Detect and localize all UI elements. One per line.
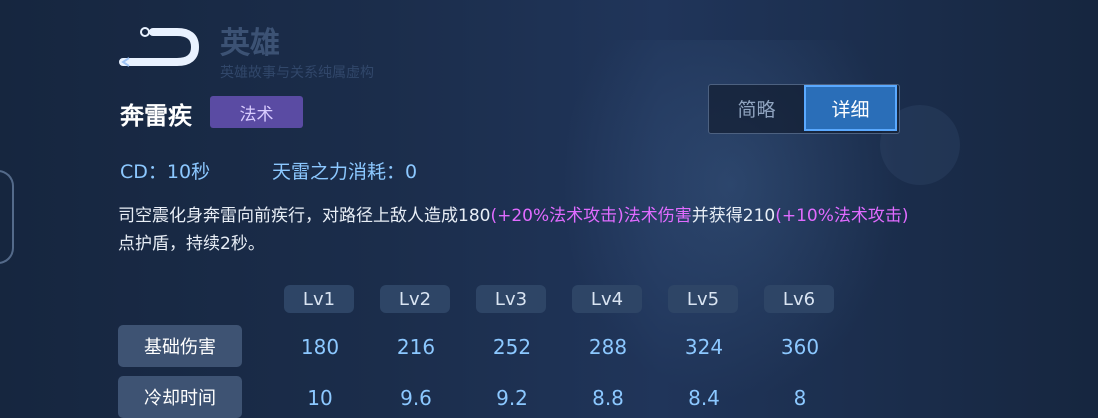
table-cell: 324 <box>684 335 724 359</box>
level-header: Lv6 <box>764 285 834 313</box>
detail-tab[interactable]: 详细 <box>804 85 897 131</box>
table-cell: 288 <box>588 335 628 359</box>
table-cell: 8 <box>793 386 807 410</box>
table-cell: 216 <box>396 335 436 359</box>
table-cell: 9.6 <box>400 386 432 410</box>
back-arrow-icon <box>119 27 200 67</box>
row-label-cooldown: 冷却时间 <box>118 376 242 418</box>
desc-text-3: 并获得210 <box>691 206 776 226</box>
page-title: 英雄 <box>220 26 280 61</box>
skill-cooldown: CD：10秒 <box>120 161 211 183</box>
table-cell: 180 <box>300 335 340 359</box>
level-header: Lv3 <box>476 285 546 313</box>
level-header: Lv2 <box>380 285 450 313</box>
table-cell: 8.8 <box>592 386 624 410</box>
table-cell: 252 <box>492 335 532 359</box>
table-cell: 8.4 <box>688 386 720 410</box>
desc-highlight-1: (+20%法术攻击) <box>490 206 624 226</box>
skill-cost: 天雷之力消耗：0 <box>272 161 418 183</box>
desc-text-1: 司空震化身奔雷向前疾行，对路径上敌人造成180 <box>118 206 491 226</box>
desc-text-4: 点护盾，持续2秒。 <box>118 234 265 254</box>
side-panel-handle[interactable] <box>0 170 14 264</box>
page-subtitle: 英雄故事与关系纯属虚构 <box>220 65 374 81</box>
desc-text-2: 法术伤害 <box>623 206 692 226</box>
skill-description: 司空震化身奔雷向前疾行，对路径上敌人造成180(+20%法术攻击)法术伤害并获得… <box>118 202 1088 258</box>
table-cell: 360 <box>780 335 820 359</box>
level-header: Lv4 <box>572 285 642 313</box>
back-button[interactable] <box>115 20 201 70</box>
level-header: Lv5 <box>668 285 738 313</box>
level-header: Lv1 <box>284 285 354 313</box>
skill-name: 奔雷疾 <box>120 102 192 130</box>
view-mode-toggle: 简略 详细 <box>708 84 900 134</box>
row-label-base-damage: 基础伤害 <box>118 325 242 367</box>
table-cell: 9.2 <box>496 386 528 410</box>
skill-type-badge: 法术 <box>210 96 303 128</box>
table-cell: 10 <box>307 386 333 410</box>
brief-tab[interactable]: 简略 <box>709 85 804 131</box>
desc-highlight-2: (+10%法术攻击) <box>775 206 909 226</box>
